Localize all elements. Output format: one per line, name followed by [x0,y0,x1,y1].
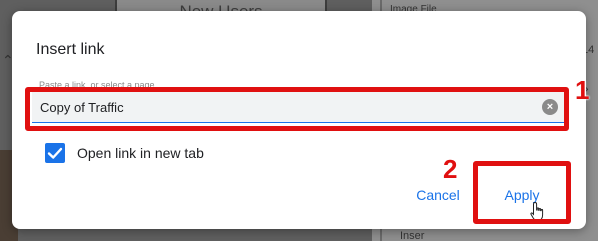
highlight-box-2 [473,161,571,224]
annotation-number-1: 1 [575,75,590,105]
highlight-box-1 [25,87,569,131]
inser-fragment: Inser [400,230,425,241]
open-new-tab-label: Open link in new tab [77,145,204,161]
open-new-tab-checkbox[interactable] [45,143,65,163]
cancel-button[interactable]: Cancel [404,181,472,209]
annotation-number-2: 2 [443,154,458,184]
checkmark-icon [47,147,63,159]
dialog-title: Insert link [36,41,105,58]
